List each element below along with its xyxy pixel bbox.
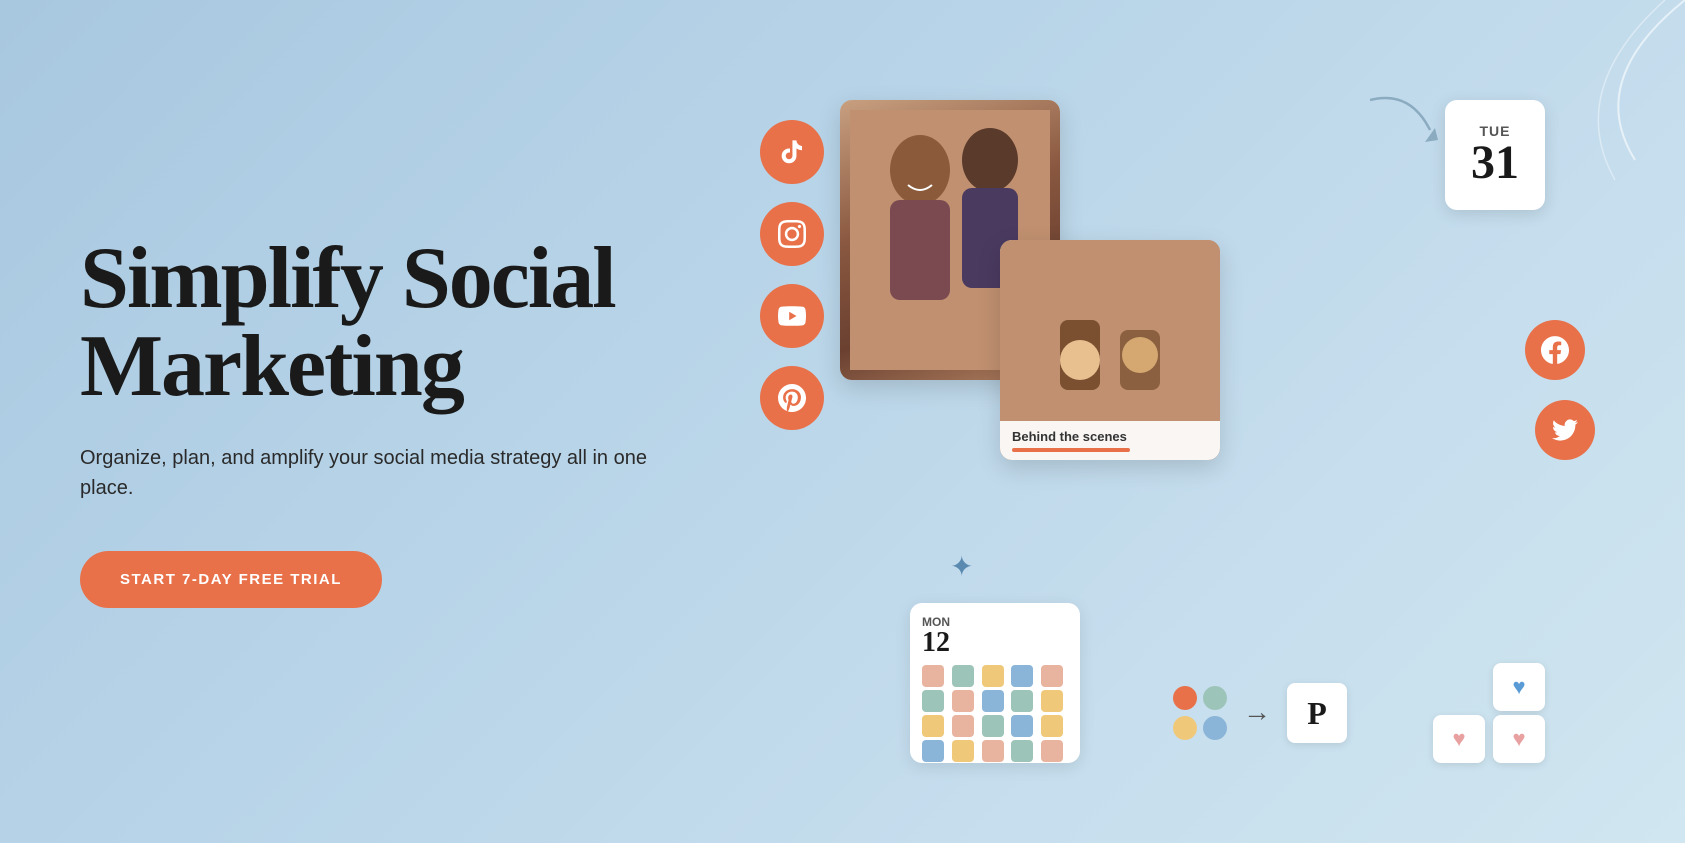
cal-grid-cell [982,665,1004,687]
heart-card-blue: ♥ [1493,663,1545,711]
instagram-icon [760,202,824,266]
cal-grid-cell [1041,690,1063,712]
cal-grid-cell [1041,665,1063,687]
heart-card-pink-2: ♥ [1493,715,1545,763]
p-logo: P [1287,683,1347,743]
integration-dot [1173,716,1197,740]
cal-grid-cell [1011,715,1033,737]
headline-line2: Marketing [80,318,463,415]
heart-group: ♥ ♥ ♥ [1433,663,1545,763]
hero-section: Simplify Social Marketing Organize, plan… [0,0,1685,843]
integration-dots [1173,686,1227,740]
cal-grid-cell [1011,665,1033,687]
integration-arrow: → [1243,697,1271,729]
youtube-icon [760,284,824,348]
cal-grid-cell [952,665,974,687]
cal-grid-cell [952,690,974,712]
cal-grid-cell [922,740,944,762]
integration-dot [1173,686,1197,710]
cal-grid-cell [982,740,1004,762]
bottom-integration: → P [1173,683,1347,743]
cal-grid-cell [982,715,1004,737]
integration-dot [1203,716,1227,740]
facebook-icon [1525,320,1585,380]
photo-caption: Behind the scenes [1000,421,1220,460]
heart-card-pink-1: ♥ [1433,715,1485,763]
integration-dot [1203,686,1227,710]
headline: Simplify Social Marketing [80,235,680,411]
cal-grid-cell [952,715,974,737]
social-icons-column [760,120,824,430]
cta-button[interactable]: START 7-DAY FREE TRIAL [80,551,382,608]
twitter-icon [1535,400,1595,460]
sparkle-decoration: ✦ [950,550,973,584]
cal-grid-cell [1041,715,1063,737]
cal-grid-cell [922,665,944,687]
cal-grid-cell [1041,740,1063,762]
caption-text: Behind the scenes [1012,429,1127,444]
headline-line1: Simplify Social [80,230,615,327]
photo-card-2: Behind the scenes [1000,240,1220,460]
pinterest-icon [760,366,824,430]
tiktok-icon [760,120,824,184]
subheadline: Organize, plan, and amplify your social … [80,443,680,503]
curved-arrow [1370,90,1450,150]
cal-grid-cell [952,740,974,762]
cal-grid-cell [922,715,944,737]
cal-grid-cell [1011,740,1033,762]
calendar-grid [922,665,1068,762]
cal-grid-cell [982,690,1004,712]
bottom-calendar-number: 12 [922,629,950,657]
calendar-card-main: TUE 31 [1445,100,1545,210]
right-content: Behind the scenes TUE 31 [680,60,1605,783]
left-content: Simplify Social Marketing Organize, plan… [80,235,680,608]
bottom-calendar-widget: MON 12 [910,603,1080,763]
calendar-day-number: 31 [1471,139,1519,187]
cal-grid-cell [1011,690,1033,712]
cal-grid-cell [922,690,944,712]
